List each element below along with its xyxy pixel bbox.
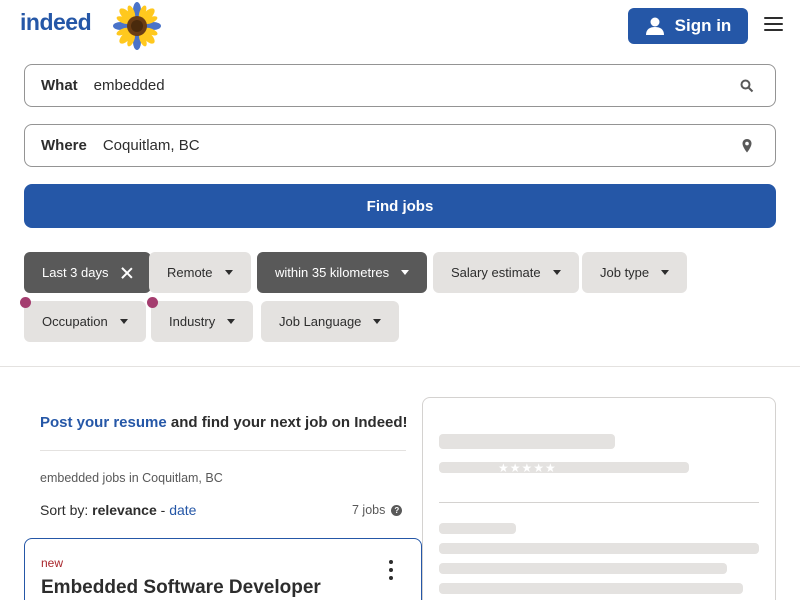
where-label: Where [41, 137, 87, 154]
chevron-down-icon [401, 270, 410, 275]
what-label: What [41, 77, 78, 94]
chevron-down-icon [661, 270, 670, 275]
chevron-down-icon [552, 270, 561, 275]
chevron-down-icon [119, 319, 128, 324]
skeleton-line [439, 543, 759, 554]
sign-in-button[interactable]: Sign in [628, 8, 748, 44]
location-pin-icon [742, 139, 752, 153]
filter-job-type[interactable]: Job type [582, 252, 688, 293]
breadcrumb: embedded jobs in Coquitlam, BC [40, 471, 223, 485]
indeed-logo[interactable]: indeed [20, 9, 92, 36]
sort-relevance[interactable]: relevance [92, 502, 157, 518]
close-icon[interactable] [121, 267, 133, 279]
job-card[interactable]: new Embedded Software Developer [24, 538, 422, 600]
user-icon [645, 17, 664, 35]
menu-icon[interactable] [764, 17, 784, 33]
what-field[interactable]: What embedded [24, 64, 776, 107]
post-resume-banner: Post your resume and find your next job … [40, 414, 408, 431]
help-icon[interactable]: ? [391, 504, 403, 516]
filter-salary[interactable]: Salary estimate [433, 252, 579, 293]
skeleton-line [439, 583, 743, 594]
chevron-down-icon [227, 319, 236, 324]
new-badge: new [41, 556, 64, 570]
new-filter-dot [20, 297, 31, 308]
search-icon [740, 79, 754, 93]
new-filter-dot [147, 297, 158, 308]
filter-occupation[interactable]: Occupation [24, 301, 146, 342]
job-title[interactable]: Embedded Software Developer [41, 577, 321, 599]
rating-stars-icon: ★★★★★ [498, 461, 557, 475]
site-header: indeed Sign in [0, 0, 800, 52]
chevron-down-icon [224, 270, 233, 275]
filter-date-posted[interactable]: Last 3 days [24, 252, 151, 293]
skeleton-line [439, 523, 516, 534]
where-field[interactable]: Where Coquitlam, BC [24, 124, 776, 167]
sort-date-link[interactable]: date [169, 502, 196, 518]
sunflower-icon [113, 2, 161, 50]
skeleton-line [439, 563, 727, 574]
section-divider [0, 366, 800, 367]
post-resume-link[interactable]: Post your resume [40, 414, 167, 431]
filter-distance[interactable]: within 35 kilometres [257, 252, 428, 293]
filter-remote[interactable]: Remote [149, 252, 251, 293]
skeleton-title [439, 434, 615, 449]
more-options-icon[interactable] [387, 560, 395, 580]
what-input[interactable]: embedded [94, 77, 165, 94]
panel-divider [439, 502, 759, 503]
where-input[interactable]: Coquitlam, BC [103, 137, 200, 154]
sort-controls: Sort by: relevance - date [40, 502, 197, 518]
banner-divider [40, 450, 406, 451]
job-count: 7 jobs ? [352, 503, 403, 517]
find-jobs-button[interactable]: Find jobs [24, 184, 776, 228]
skeleton-subtitle [439, 462, 689, 473]
filter-job-language[interactable]: Job Language [261, 301, 400, 342]
chevron-down-icon [373, 319, 382, 324]
filter-industry[interactable]: Industry [151, 301, 254, 342]
